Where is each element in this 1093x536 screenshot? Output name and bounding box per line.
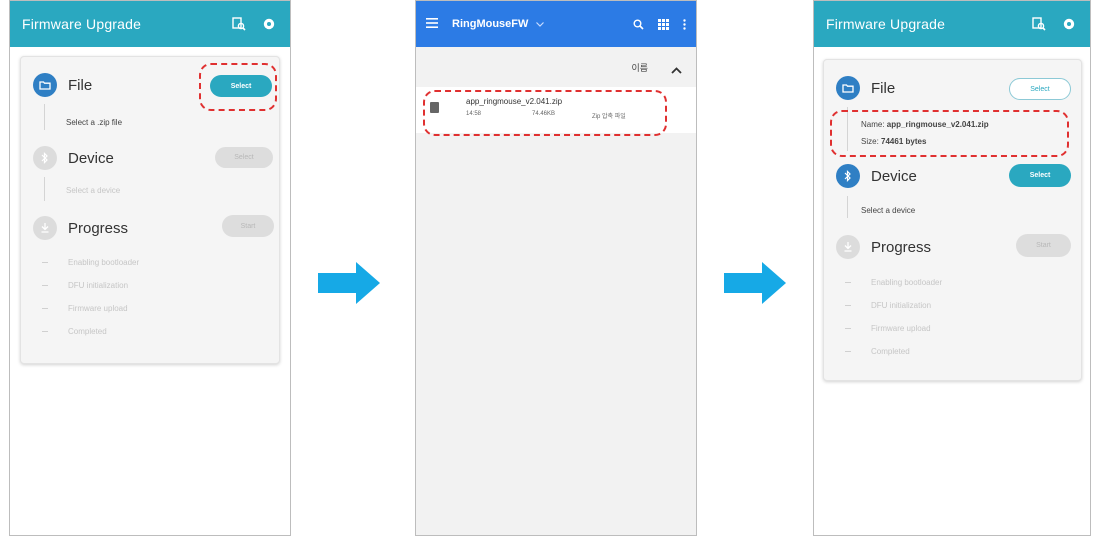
- empty-list-area: [416, 133, 696, 535]
- app-bar: Firmware Upgrade: [10, 1, 290, 47]
- progress-item: DFU initialization: [68, 281, 129, 290]
- picker-bar: RingMouseFW: [416, 1, 696, 47]
- highlight-file-item: [423, 90, 667, 136]
- sort-label[interactable]: 이름: [631, 61, 648, 74]
- folder-name[interactable]: RingMouseFW: [452, 18, 528, 30]
- arrow-right-icon: [318, 262, 380, 304]
- search-icon[interactable]: [633, 19, 644, 30]
- step-device-label: Device: [871, 167, 917, 185]
- progress-item: Completed: [871, 347, 910, 356]
- download-icon: [836, 235, 860, 259]
- search-doc-icon[interactable]: [1030, 15, 1048, 33]
- step-progress-label: Progress: [871, 238, 932, 256]
- app-bar: Firmware Upgrade: [814, 1, 1090, 47]
- highlight-file-info: [830, 110, 1069, 157]
- progress-item: Enabling bootloader: [871, 278, 943, 287]
- file-select-button[interactable]: Select: [1009, 78, 1071, 100]
- arrow-right-icon: [724, 262, 786, 304]
- highlight-select-button: [199, 63, 277, 111]
- step-device-label: Device: [68, 149, 114, 167]
- app-title: Firmware Upgrade: [22, 16, 142, 32]
- progress-item: DFU initialization: [871, 301, 932, 310]
- step-progress: Progress: [836, 235, 931, 259]
- more-icon[interactable]: [683, 18, 686, 30]
- search-doc-icon[interactable]: [230, 15, 248, 33]
- folder-icon: [836, 76, 860, 100]
- progress-item: Enabling bootloader: [68, 258, 140, 267]
- bluetooth-icon: [33, 146, 57, 170]
- screen-firmware-upgrade-file-selected: Firmware Upgrade File Select Name: app_r…: [813, 0, 1091, 536]
- progress-item: Firmware upload: [68, 304, 128, 313]
- download-icon: [33, 216, 57, 240]
- device-select-button[interactable]: Select: [1009, 164, 1071, 187]
- bluetooth-icon: [836, 164, 860, 188]
- screen-file-picker: RingMouseFW 이름 app_ringmouse_v2.041.zip: [415, 0, 697, 536]
- folder-icon: [33, 73, 57, 97]
- device-hint: Select a device: [66, 186, 121, 195]
- step-file-label: File: [68, 76, 93, 94]
- tutorial-stage: Firmware Upgrade File Select Select a .z…: [0, 0, 1093, 536]
- step-file: File: [33, 73, 92, 97]
- sort-up-icon[interactable]: [671, 61, 682, 79]
- device-select-button[interactable]: Select: [215, 147, 273, 168]
- chevron-down-icon[interactable]: [536, 19, 545, 29]
- sort-row: 이름: [416, 47, 696, 87]
- gear-icon[interactable]: [260, 15, 278, 33]
- progress-item: Completed: [68, 327, 107, 336]
- step-device: Device: [836, 164, 917, 188]
- upgrade-card: File Select Name: app_ringmouse_v2.041.z…: [823, 59, 1082, 381]
- grid-view-icon[interactable]: [658, 18, 669, 30]
- step-file: File: [836, 76, 895, 100]
- file-hint: Select a .zip file: [66, 118, 123, 127]
- menu-icon[interactable]: [426, 15, 438, 33]
- gear-icon[interactable]: [1060, 15, 1078, 33]
- progress-start-button[interactable]: Start: [222, 215, 274, 237]
- progress-item: Firmware upload: [871, 324, 931, 333]
- app-title: Firmware Upgrade: [826, 16, 946, 32]
- step-device: Device: [33, 146, 114, 170]
- screen-firmware-upgrade-initial: Firmware Upgrade File Select Select a .z…: [9, 0, 291, 536]
- step-progress-label: Progress: [68, 219, 129, 237]
- step-file-label: File: [871, 79, 896, 97]
- step-progress: Progress: [33, 216, 128, 240]
- progress-start-button[interactable]: Start: [1016, 234, 1071, 257]
- device-hint: Select a device: [861, 206, 916, 215]
